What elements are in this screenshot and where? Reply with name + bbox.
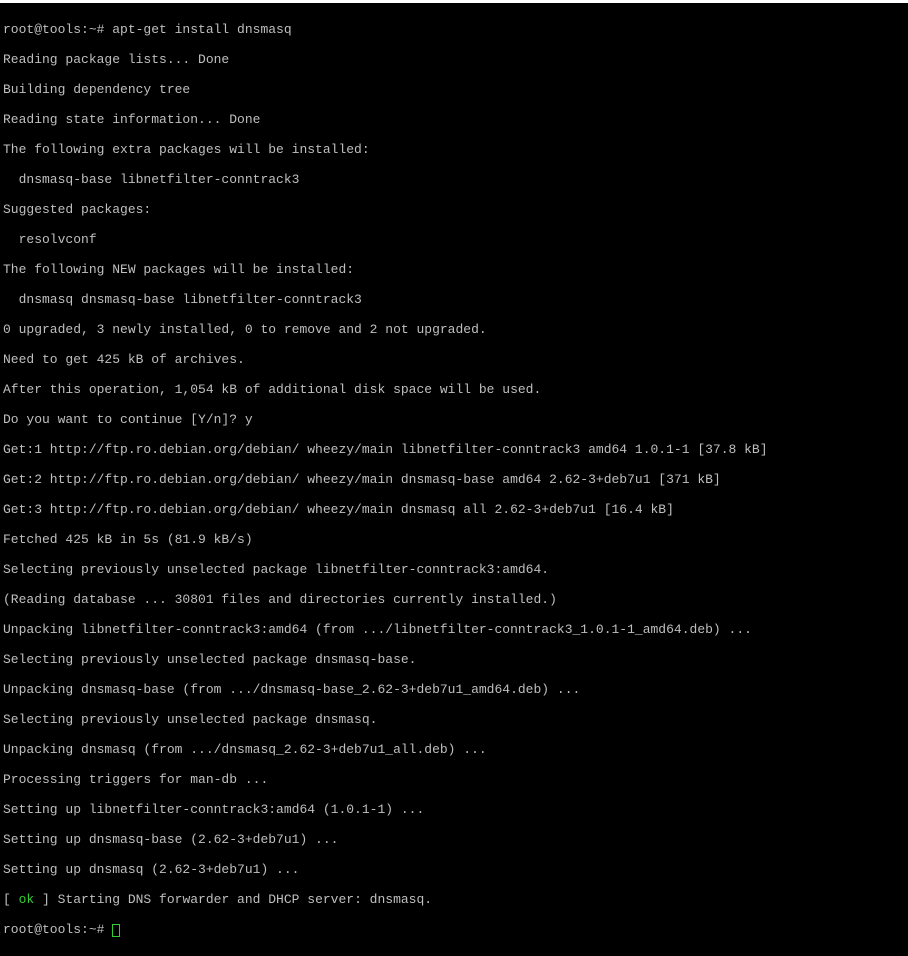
output-line: The following extra packages will be ins…: [3, 142, 905, 157]
output-line: 0 upgraded, 3 newly installed, 0 to remo…: [3, 322, 905, 337]
output-line: Get:3 http://ftp.ro.debian.org/debian/ w…: [3, 502, 905, 517]
output-line: dnsmasq dnsmasq-base libnetfilter-conntr…: [3, 292, 905, 307]
output-line: Unpacking dnsmasq (from .../dnsmasq_2.62…: [3, 742, 905, 757]
cursor-icon[interactable]: [112, 924, 120, 937]
output-line: Setting up libnetfilter-conntrack3:amd64…: [3, 802, 905, 817]
output-line: Building dependency tree: [3, 82, 905, 97]
output-line: dnsmasq-base libnetfilter-conntrack3: [3, 172, 905, 187]
output-line: Reading state information... Done: [3, 112, 905, 127]
prompt-line: root@tools:~# apt-get install dnsmasq: [3, 22, 905, 37]
status-text: ] Starting DNS forwarder and DHCP server…: [34, 892, 432, 907]
output-line: Selecting previously unselected package …: [3, 652, 905, 667]
output-line: Setting up dnsmasq (2.62-3+deb7u1) ...: [3, 862, 905, 877]
output-line: Get:1 http://ftp.ro.debian.org/debian/ w…: [3, 442, 905, 457]
status-bracket-open: [: [3, 892, 19, 907]
output-line: Setting up dnsmasq-base (2.62-3+deb7u1) …: [3, 832, 905, 847]
output-line: Suggested packages:: [3, 202, 905, 217]
output-line: Selecting previously unselected package …: [3, 712, 905, 727]
output-line: Need to get 425 kB of archives.: [3, 352, 905, 367]
output-line: Reading package lists... Done: [3, 52, 905, 67]
terminal-output[interactable]: root@tools:~# apt-get install dnsmasq Re…: [0, 3, 908, 956]
output-line: Fetched 425 kB in 5s (81.9 kB/s): [3, 532, 905, 547]
output-line: Processing triggers for man-db ...: [3, 772, 905, 787]
command-text: apt-get install dnsmasq: [112, 22, 291, 37]
prompt-line: root@tools:~#: [3, 922, 905, 937]
output-line: Get:2 http://ftp.ro.debian.org/debian/ w…: [3, 472, 905, 487]
output-line: Unpacking libnetfilter-conntrack3:amd64 …: [3, 622, 905, 637]
status-ok: ok: [19, 892, 35, 907]
output-line: Selecting previously unselected package …: [3, 562, 905, 577]
output-line: The following NEW packages will be insta…: [3, 262, 905, 277]
output-line: Do you want to continue [Y/n]? y: [3, 412, 905, 427]
shell-prompt: root@tools:~#: [3, 22, 112, 37]
output-line: Unpacking dnsmasq-base (from .../dnsmasq…: [3, 682, 905, 697]
status-line: [ ok ] Starting DNS forwarder and DHCP s…: [3, 892, 905, 907]
output-line: After this operation, 1,054 kB of additi…: [3, 382, 905, 397]
output-line: (Reading database ... 30801 files and di…: [3, 592, 905, 607]
output-line: resolvconf: [3, 232, 905, 247]
shell-prompt: root@tools:~#: [3, 922, 112, 937]
